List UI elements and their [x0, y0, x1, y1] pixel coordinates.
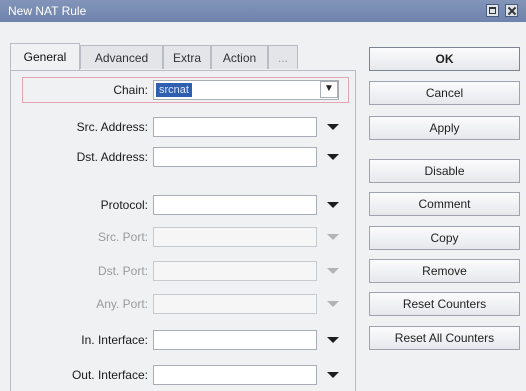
cancel-button[interactable]: Cancel — [369, 81, 520, 105]
dst-address-row: Dst. Address: — [0, 146, 360, 168]
chain-field[interactable]: srcnat — [153, 80, 339, 100]
dst-port-row: Dst. Port: — [0, 260, 360, 282]
any-port-field — [153, 294, 317, 314]
restore-icon[interactable] — [486, 4, 499, 17]
src-port-dropdown-icon — [327, 234, 339, 240]
any-port-label: Any. Port: — [96, 297, 148, 311]
close-icon[interactable] — [505, 4, 518, 17]
src-port-row: Src. Port: — [0, 226, 360, 248]
tab-advanced[interactable]: Advanced — [80, 45, 163, 69]
in-interface-label: In. Interface: — [81, 333, 148, 347]
out-interface-row: Out. Interface: — [0, 364, 360, 386]
in-interface-dropdown-icon[interactable] — [327, 337, 339, 343]
out-interface-field[interactable] — [153, 365, 317, 385]
copy-button[interactable]: Copy — [369, 226, 520, 250]
chain-value: srcnat — [156, 83, 192, 97]
src-address-dropdown-icon[interactable] — [327, 124, 339, 130]
any-port-row: Any. Port: — [0, 293, 360, 315]
protocol-field[interactable] — [153, 195, 317, 215]
tab-more[interactable]: ... — [268, 45, 298, 69]
reset-counters-button[interactable]: Reset Counters — [369, 292, 520, 316]
tab-general[interactable]: General — [10, 43, 80, 71]
in-interface-row: In. Interface: — [0, 329, 360, 351]
dst-address-dropdown-icon[interactable] — [327, 154, 339, 160]
title-bar[interactable]: New NAT Rule — [0, 0, 526, 22]
src-address-field[interactable] — [153, 117, 317, 137]
tab-action[interactable]: Action — [211, 45, 268, 69]
out-interface-dropdown-icon[interactable] — [327, 372, 339, 378]
remove-button[interactable]: Remove — [369, 259, 520, 283]
apply-button[interactable]: Apply — [369, 116, 520, 140]
out-interface-label: Out. Interface: — [71, 368, 148, 382]
src-port-field — [153, 227, 317, 247]
disable-button[interactable]: Disable — [369, 159, 520, 183]
chain-label: Chain: — [113, 83, 148, 97]
comment-button[interactable]: Comment — [369, 192, 520, 216]
any-port-dropdown-icon — [327, 301, 339, 307]
protocol-dropdown-icon[interactable] — [327, 202, 339, 208]
ok-button[interactable]: OK — [369, 47, 520, 71]
in-interface-field[interactable] — [153, 330, 317, 350]
dst-port-field — [153, 261, 317, 281]
chain-row: Chain: srcnat ▼ — [0, 79, 360, 101]
src-address-row: Src. Address: — [0, 116, 360, 138]
reset-all-counters-button[interactable]: Reset All Counters — [369, 326, 520, 350]
src-address-label: Src. Address: — [76, 120, 148, 134]
chain-dropdown-button[interactable]: ▼ — [320, 81, 338, 98]
dst-port-dropdown-icon — [327, 268, 339, 274]
dst-address-label: Dst. Address: — [76, 150, 148, 164]
new-nat-rule-window: New NAT Rule General Advanced Extra Acti… — [0, 0, 526, 391]
window-title: New NAT Rule — [8, 4, 87, 18]
protocol-label: Protocol: — [100, 198, 148, 212]
tab-bar: General Advanced Extra Action ... — [10, 43, 308, 71]
dst-port-label: Dst. Port: — [97, 264, 148, 278]
protocol-row: Protocol: — [0, 194, 360, 216]
src-port-label: Src. Port: — [97, 230, 148, 244]
tab-extra[interactable]: Extra — [163, 45, 211, 69]
dst-address-field[interactable] — [153, 147, 317, 167]
